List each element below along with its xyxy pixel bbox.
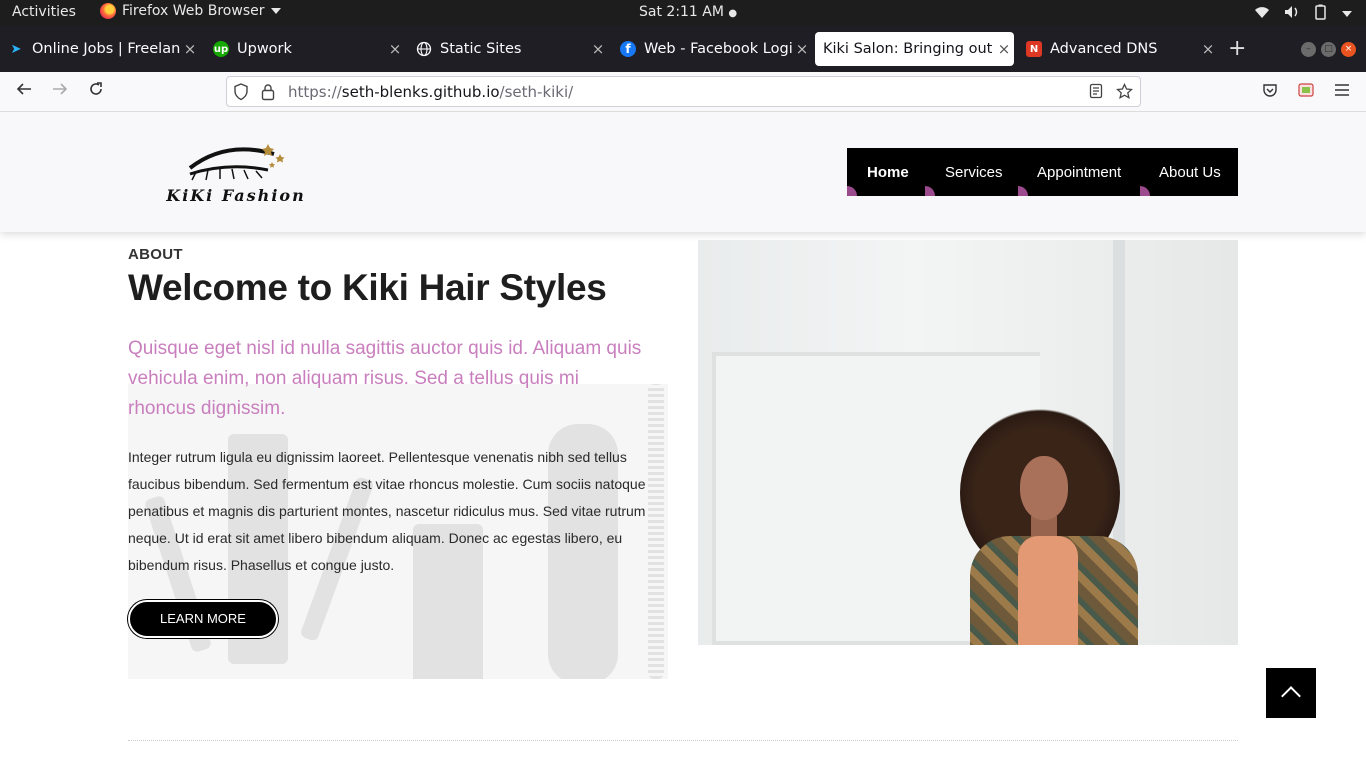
new-tab-button[interactable]: +: [1228, 38, 1246, 60]
activities-button[interactable]: Activities: [12, 4, 76, 20]
web-page: KiKi Fashion Home Services Appointment A…: [0, 112, 1366, 768]
lead-paragraph: Quisque eget nisl id nulla sagittis auct…: [128, 338, 642, 419]
close-tab-icon[interactable]: ×: [792, 40, 812, 58]
nav-dot-decoration: [1140, 186, 1150, 196]
maximize-button[interactable]: □: [1321, 42, 1336, 57]
firefox-icon: [100, 3, 116, 19]
photo-face: [1020, 456, 1068, 520]
nav-about-us[interactable]: About Us: [1140, 148, 1238, 196]
tab-title: Online Jobs | Freelanc: [32, 41, 180, 57]
notification-dot-icon: ●: [728, 8, 738, 19]
nav-about-us-label: About Us: [1159, 163, 1221, 181]
section-label: ABOUT: [128, 246, 183, 263]
url-host: seth-blenks.github.io: [341, 83, 500, 101]
tracking-shield-icon[interactable]: [233, 83, 249, 105]
url-path: /seth-kiki/: [499, 83, 574, 101]
forward-button[interactable]: [48, 80, 72, 104]
logo-text: KiKi Fashion: [166, 186, 306, 205]
minimize-button[interactable]: –: [1301, 42, 1316, 57]
url-text: https://seth-blenks.github.io/seth-kiki/: [288, 83, 573, 101]
pocket-icon[interactable]: [1262, 82, 1278, 102]
tab-static-sites[interactable]: Static Sites ×: [408, 32, 608, 66]
address-bar[interactable]: https://seth-blenks.github.io/seth-kiki/: [226, 76, 1141, 107]
app-menu[interactable]: Firefox Web Browser: [100, 3, 281, 19]
clock[interactable]: Sat 2:11 AM ●: [639, 4, 737, 20]
tab-kiki-salon[interactable]: Kiki Salon: Bringing out th ×: [815, 32, 1014, 66]
back-to-top-button[interactable]: [1266, 668, 1316, 718]
caret-down-icon: [1342, 11, 1352, 17]
upwork-icon: up: [213, 41, 229, 57]
tab-advanced-dns[interactable]: N Advanced DNS ×: [1018, 32, 1218, 66]
learn-more-button[interactable]: LEARN MORE: [128, 600, 278, 638]
system-tray[interactable]: [1254, 4, 1352, 24]
bookmark-star-icon[interactable]: [1115, 82, 1134, 104]
chevron-up-icon: [1281, 686, 1301, 706]
photo-bow: [1018, 536, 1078, 645]
volume-icon: [1284, 5, 1300, 23]
site-header: KiKi Fashion Home Services Appointment A…: [0, 112, 1366, 232]
nav-dot-decoration: [1018, 186, 1028, 196]
nav-appointment[interactable]: Appointment: [1018, 148, 1140, 196]
main-navigation: Home Services Appointment About Us: [847, 148, 1238, 196]
eyelash-logo-icon: [188, 144, 285, 181]
clock-text: Sat 2:11 AM: [639, 4, 724, 20]
tab-upwork[interactable]: up Upwork ×: [205, 32, 405, 66]
close-tab-icon[interactable]: ×: [180, 40, 200, 58]
tab-freelancer[interactable]: ➤ Online Jobs | Freelanc ×: [0, 32, 200, 66]
back-button[interactable]: [12, 80, 36, 104]
caret-down-icon: [270, 8, 281, 14]
salon-model-photo: [698, 240, 1238, 645]
site-logo[interactable]: KiKi Fashion: [156, 128, 316, 212]
section-divider: [128, 740, 1238, 741]
freelancer-icon: ➤: [10, 41, 22, 57]
extension-icon[interactable]: [1298, 82, 1314, 102]
tab-title: Static Sites: [440, 41, 522, 57]
namecheap-icon: N: [1026, 41, 1042, 57]
close-tab-icon[interactable]: ×: [588, 40, 608, 58]
nav-appointment-label: Appointment: [1037, 163, 1122, 181]
close-tab-icon[interactable]: ×: [1198, 40, 1218, 58]
lock-icon[interactable]: [261, 83, 275, 105]
tab-title: Web - Facebook Login: [644, 41, 792, 57]
facebook-icon: f: [620, 41, 636, 57]
close-tab-icon[interactable]: ×: [385, 40, 405, 58]
navigation-toolbar: https://seth-blenks.github.io/seth-kiki/: [0, 72, 1366, 112]
nav-dot-decoration: [847, 186, 857, 196]
nav-services-label: Services: [945, 163, 1003, 181]
nav-home[interactable]: Home: [847, 148, 925, 196]
tab-title: Kiki Salon: Bringing out th: [823, 41, 994, 57]
wifi-icon: [1254, 5, 1270, 23]
body-paragraph: Integer rutrum ligula eu dignissim laore…: [128, 449, 646, 573]
page-title: Welcome to Kiki Hair Styles: [128, 267, 607, 308]
nav-home-label: Home: [867, 163, 909, 181]
close-window-button[interactable]: ×: [1341, 42, 1356, 57]
tab-strip: ➤ Online Jobs | Freelanc × up Upwork × S…: [0, 26, 1366, 72]
app-menu-label: Firefox Web Browser: [122, 3, 265, 19]
hamburger-menu-icon[interactable]: [1334, 82, 1350, 101]
reload-button[interactable]: [84, 80, 108, 104]
url-protocol: https://: [288, 83, 342, 101]
tab-title: Advanced DNS: [1050, 41, 1158, 57]
tab-title: Upwork: [237, 41, 292, 57]
reader-view-icon[interactable]: [1089, 83, 1103, 103]
close-tab-icon[interactable]: ×: [994, 40, 1014, 58]
globe-icon: [416, 41, 432, 57]
tab-facebook[interactable]: f Web - Facebook Login ×: [612, 32, 812, 66]
system-top-bar: Activities Firefox Web Browser Sat 2:11 …: [0, 0, 1366, 26]
battery-icon: [1314, 4, 1328, 24]
nav-dot-decoration: [925, 186, 935, 196]
nav-services[interactable]: Services: [925, 148, 1018, 196]
